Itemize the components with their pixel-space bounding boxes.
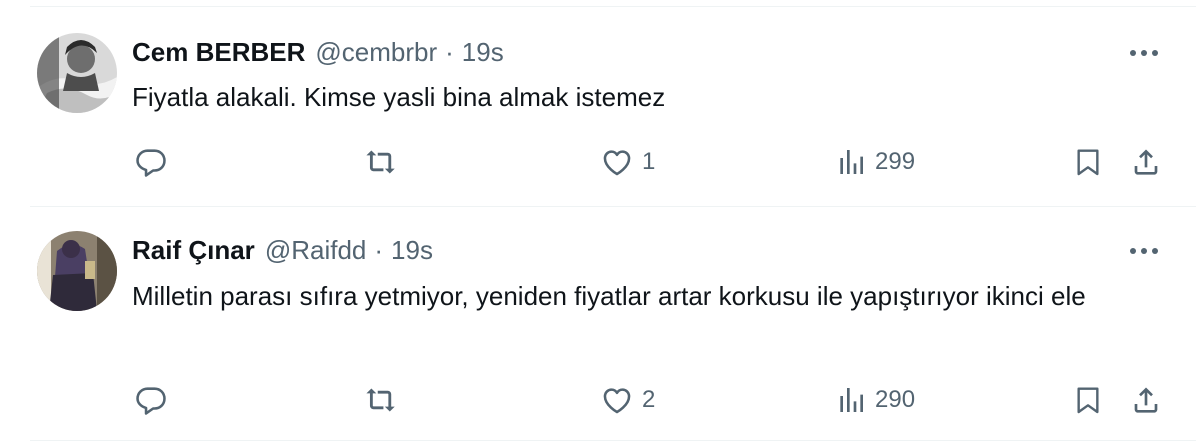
user-handle[interactable]: @Raifdd [265, 235, 367, 266]
tweet-text: Milletin parası sıfıra yetmiyor, yeniden… [132, 281, 1086, 311]
more-button[interactable] [1128, 235, 1160, 267]
like-count: 1 [642, 148, 656, 175]
user-handle[interactable]: @cembrbr [315, 37, 437, 68]
views-button[interactable]: 290 [835, 380, 915, 420]
display-name[interactable]: Raif Çınar [132, 235, 255, 266]
share-button[interactable] [1130, 142, 1162, 182]
tweet-text: Fiyatla alakali. Kimse yasli bina almak … [132, 82, 666, 112]
display-name[interactable]: Cem BERBER [132, 37, 305, 68]
like-button[interactable]: 2 [600, 380, 655, 420]
share-icon [1134, 149, 1158, 175]
avatar[interactable] [37, 231, 117, 311]
bookmark-icon [1077, 387, 1099, 414]
timestamp[interactable]: 19s [462, 37, 504, 68]
like-count: 2 [642, 386, 656, 413]
more-dots-icon [1130, 50, 1158, 56]
tweet-2[interactable]: Raif Çınar @Raifdd · 19s Milletin parası… [30, 207, 1196, 446]
avatar[interactable] [37, 33, 117, 113]
more-button[interactable] [1128, 37, 1160, 69]
separator-dot: · [374, 234, 384, 265]
like-icon [603, 150, 631, 176]
retweet-icon [366, 150, 395, 174]
share-button[interactable] [1130, 380, 1162, 420]
views-icon [840, 150, 863, 174]
share-icon [1134, 387, 1158, 413]
views-count: 299 [875, 148, 916, 175]
separator-dot: · [445, 36, 454, 67]
retweet-button[interactable] [364, 142, 408, 182]
like-button[interactable]: 1 [600, 142, 655, 182]
bookmark-button[interactable] [1072, 380, 1104, 420]
tweet-header: Cem BERBER @cembrbr · 19s [132, 36, 504, 68]
views-button[interactable]: 299 [835, 142, 915, 182]
tweet-1[interactable]: Cem BERBER @cembrbr · 19s Fiyatla alakal… [30, 0, 1196, 206]
timestamp[interactable]: 19s [391, 235, 433, 266]
action-bar: 2 290 [132, 380, 1172, 420]
reply-icon [136, 387, 166, 415]
action-bar: 1 299 [132, 142, 1172, 182]
retweet-icon [366, 388, 395, 412]
bookmark-icon [1077, 149, 1099, 176]
more-dots-icon [1130, 248, 1158, 254]
reply-button[interactable] [134, 380, 176, 420]
views-count: 290 [875, 386, 916, 413]
reply-icon [136, 149, 166, 177]
bookmark-button[interactable] [1072, 142, 1104, 182]
reply-button[interactable] [134, 142, 176, 182]
tweet-divider [30, 440, 1196, 441]
views-icon [840, 388, 863, 412]
like-icon [603, 388, 631, 414]
tweet-header: Raif Çınar @Raifdd · 19s [132, 234, 433, 266]
retweet-button[interactable] [364, 380, 408, 420]
